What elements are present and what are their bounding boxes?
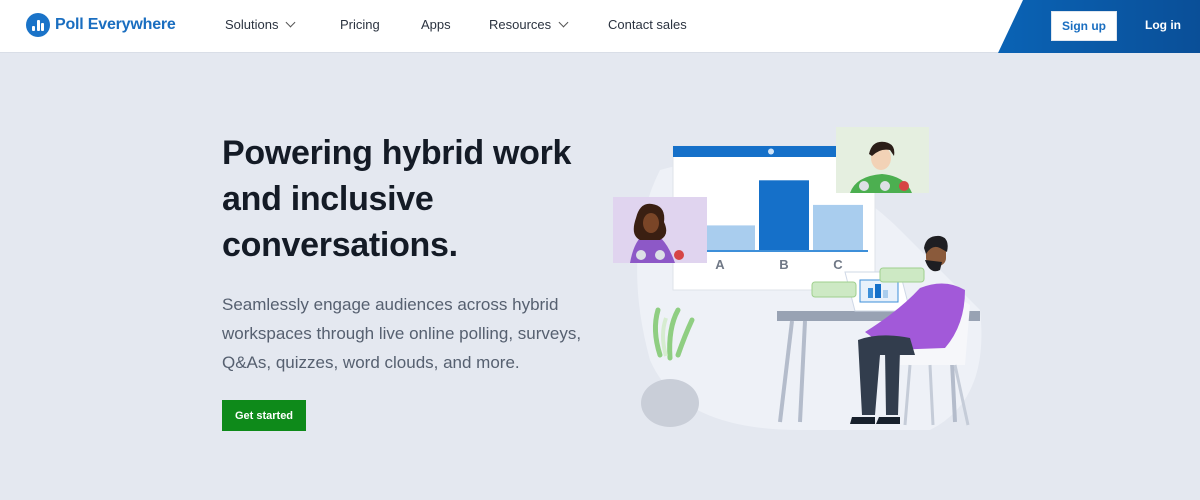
- nav-label: Resources: [489, 17, 552, 32]
- poll-bar-a: [705, 225, 755, 250]
- poll-bar-label: C: [833, 257, 843, 272]
- nav-item-contact-sales[interactable]: Contact sales: [608, 17, 687, 32]
- get-started-button[interactable]: Get started: [222, 400, 306, 431]
- nav-item-pricing[interactable]: Pricing: [340, 17, 380, 32]
- window-titlebar: [673, 146, 836, 157]
- nav-item-apps[interactable]: Apps: [421, 17, 451, 32]
- nav-item-solutions[interactable]: Solutions: [225, 17, 296, 32]
- nav-label: Contact sales: [608, 17, 687, 32]
- chevron-down-icon: [558, 17, 569, 28]
- poll-bar-c: [813, 204, 863, 250]
- poll-bar-b: [759, 180, 809, 250]
- hero-illustration: A B C: [613, 127, 982, 431]
- sign-up-button[interactable]: Sign up: [1051, 11, 1117, 41]
- video-tile-woman: [613, 197, 707, 263]
- headline-line: Powering hybrid work: [222, 134, 572, 172]
- logo-icon: [26, 13, 50, 37]
- chevron-down-icon: [286, 17, 296, 28]
- nav-label: Solutions: [225, 17, 279, 32]
- log-in-link[interactable]: Log in: [1145, 18, 1181, 32]
- brand-name: Poll Everywhere: [55, 16, 176, 33]
- subtext-line: workspaces through live online polling, …: [222, 324, 582, 343]
- headline-line: and inclusive: [222, 180, 434, 218]
- subtext-line: Seamlessly engage audiences across hybri…: [222, 295, 559, 314]
- video-tile-man: [836, 127, 929, 193]
- window-logo-icon: [768, 148, 774, 155]
- headline-line: conversations.: [222, 226, 458, 264]
- chat-bubble: [879, 267, 925, 283]
- hero-headline: Powering hybrid work and inclusive conve…: [222, 130, 622, 268]
- nav-item-resources[interactable]: Resources: [489, 17, 569, 32]
- end-call-icon: [899, 181, 909, 191]
- brand-logo[interactable]: Poll Everywhere: [26, 13, 176, 37]
- hero-subtext: Seamlessly engage audiences across hybri…: [222, 290, 622, 377]
- chat-bubble: [811, 281, 857, 298]
- end-call-icon: [674, 250, 684, 260]
- nav-label: Pricing: [340, 17, 380, 32]
- subtext-line: Q&As, quizzes, word clouds, and more.: [222, 353, 520, 372]
- top-navigation: Poll Everywhere Solutions Pricing Apps R…: [0, 0, 1200, 53]
- poll-bar-label: A: [715, 257, 725, 272]
- poll-bar-label: B: [779, 257, 788, 272]
- nav-label: Apps: [421, 17, 451, 32]
